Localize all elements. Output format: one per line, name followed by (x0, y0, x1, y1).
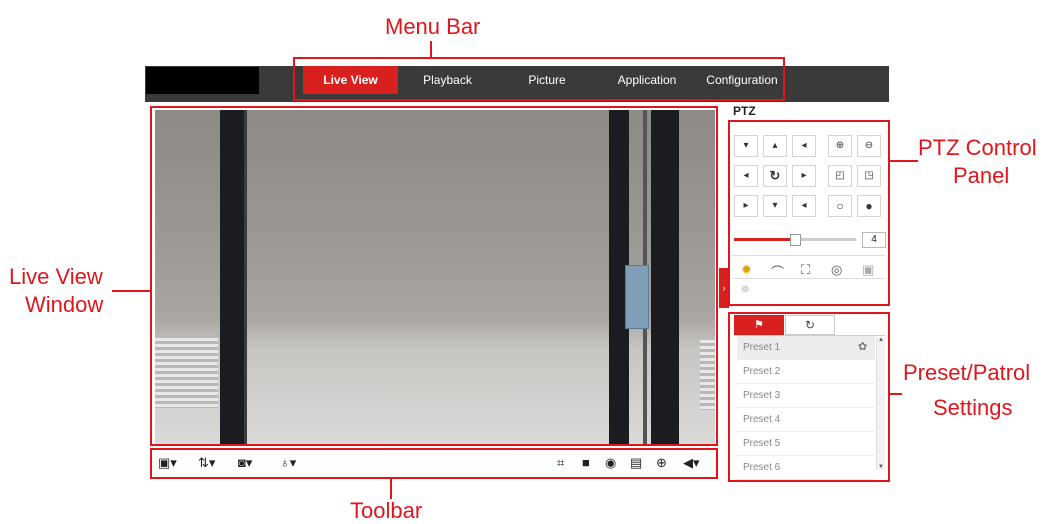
callout-line (390, 479, 392, 499)
ptz-panel-highlight (728, 120, 890, 306)
callout-menu-bar: Menu Bar (385, 14, 481, 39)
callout-live-line1: Live View (9, 264, 103, 289)
logo (146, 67, 259, 94)
callout-line (112, 290, 150, 292)
callout-live-line2: Window (25, 292, 104, 317)
live-view-highlight (150, 106, 718, 446)
toolbar-highlight (150, 448, 718, 479)
callout-line (890, 393, 902, 395)
preset-panel-highlight (728, 312, 890, 482)
callout-toolbar: Toolbar (350, 498, 423, 523)
callout-preset-line1: Preset/Patrol (903, 360, 1031, 385)
callout-ptz-line1: PTZ Control (918, 135, 1037, 160)
callout-line (890, 160, 918, 162)
callout-ptz-line2: Panel (953, 163, 1010, 188)
ptz-title: PTZ (733, 104, 756, 118)
menu-bar-highlight (293, 57, 785, 101)
callout-preset-line2: Settings (933, 395, 1013, 420)
callout-line (430, 41, 432, 57)
